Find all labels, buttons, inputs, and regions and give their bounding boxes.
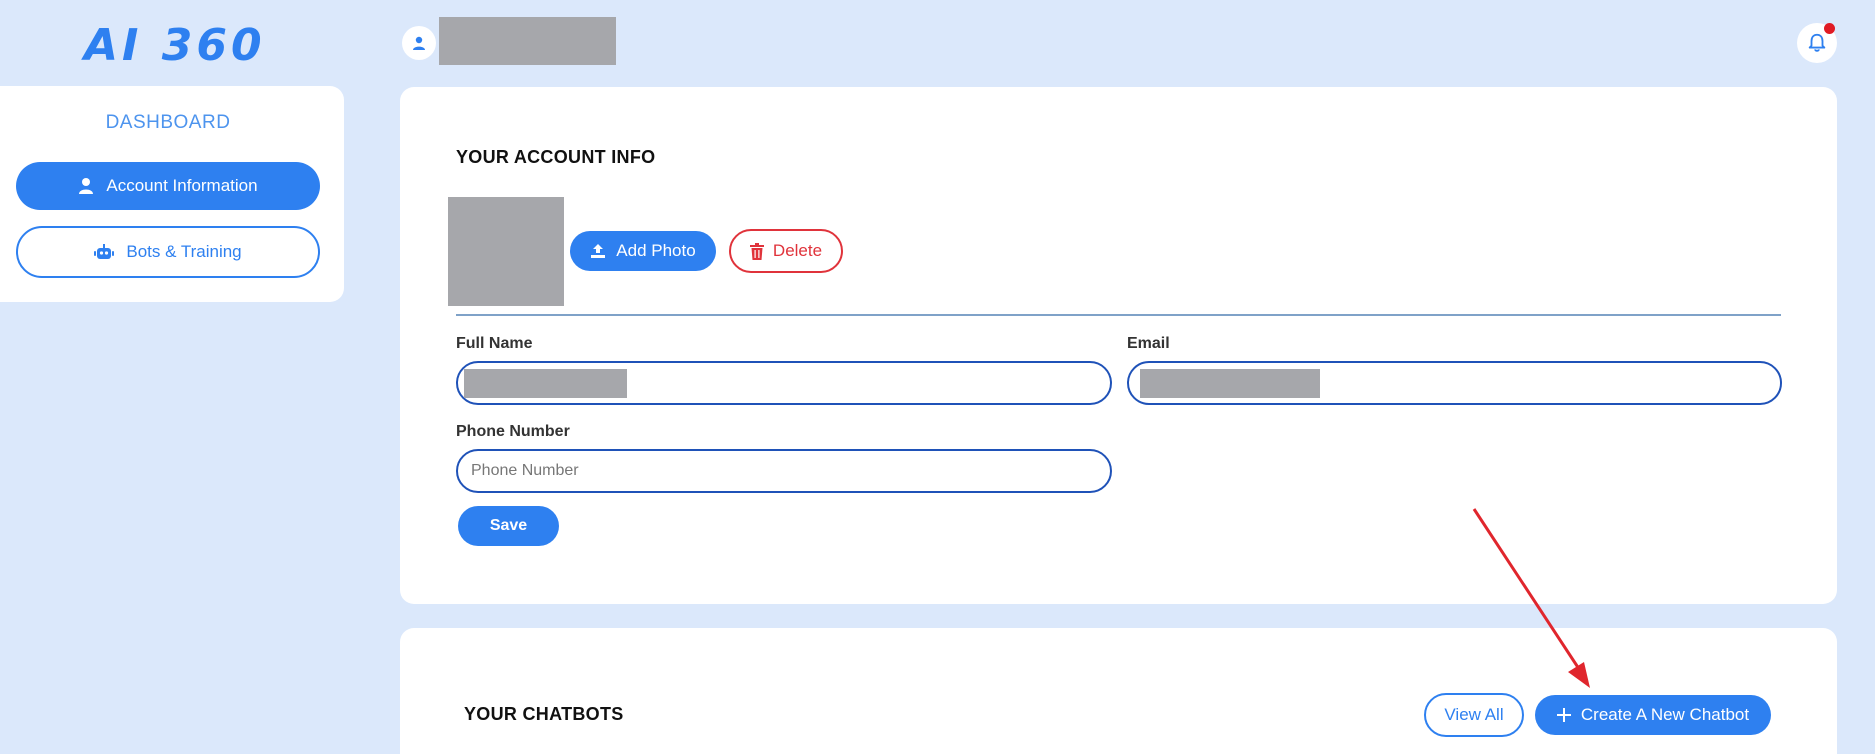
- sidebar-item-account-information[interactable]: Account Information: [16, 162, 320, 210]
- full-name-field[interactable]: [456, 361, 1112, 405]
- trash-icon: [749, 242, 764, 260]
- robot-icon: [94, 244, 115, 259]
- email-value-redacted: [1140, 369, 1320, 398]
- sidebar-item-label: Bots & Training: [126, 242, 242, 261]
- chatbots-title: YOUR CHATBOTS: [464, 704, 624, 724]
- phone-placeholder: Phone Number: [471, 462, 579, 479]
- full-name-value-redacted: [464, 369, 627, 398]
- profile-photo: [448, 197, 564, 306]
- delete-photo-button[interactable]: Delete: [729, 229, 843, 273]
- account-info-card: YOUR ACCOUNT INFO Add Photo Delete Full …: [400, 87, 1837, 604]
- save-button[interactable]: Save: [458, 506, 559, 546]
- create-chatbot-button[interactable]: Create A New Chatbot: [1535, 695, 1771, 735]
- phone-label: Phone Number: [456, 423, 570, 440]
- user-icon: [79, 178, 94, 194]
- user-avatar[interactable]: [402, 26, 436, 60]
- upload-icon: [591, 244, 606, 258]
- bell-icon: [1808, 33, 1826, 52]
- add-photo-button[interactable]: Add Photo: [570, 231, 716, 271]
- logo[interactable]: AI 360: [84, 20, 266, 71]
- sidebar: DASHBOARD Account Information Bots & Tra…: [0, 86, 344, 302]
- user-name-redacted: [439, 17, 616, 65]
- divider: [456, 314, 1781, 316]
- sidebar-item-bots-training[interactable]: Bots & Training: [16, 226, 320, 278]
- phone-field[interactable]: Phone Number: [456, 449, 1112, 493]
- notifications-button[interactable]: [1797, 23, 1837, 63]
- email-field[interactable]: [1127, 361, 1782, 405]
- email-label: Email: [1127, 335, 1170, 352]
- account-info-title: YOUR ACCOUNT INFO: [456, 147, 656, 167]
- app-page: AI 360 DASHBOARD Account Information Bot…: [0, 0, 1875, 754]
- full-name-label: Full Name: [456, 335, 533, 352]
- chatbots-card: YOUR CHATBOTS View All Create A New Chat…: [400, 628, 1837, 754]
- view-all-button[interactable]: View All: [1424, 693, 1524, 737]
- sidebar-item-label: Account Information: [106, 176, 258, 195]
- plus-icon: [1556, 708, 1571, 722]
- user-icon: [413, 36, 425, 50]
- notification-dot: [1824, 23, 1835, 34]
- sidebar-title: DASHBOARD: [105, 112, 231, 133]
